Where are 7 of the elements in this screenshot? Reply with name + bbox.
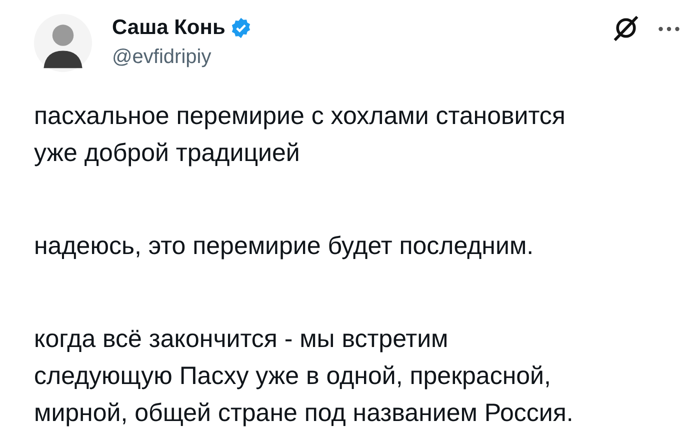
tweet-text: надеюсь, это перемирие будет последним.: [34, 231, 535, 262]
author-handle[interactable]: @evfidripiy: [112, 46, 252, 69]
more-options-icon[interactable]: [658, 26, 680, 32]
tweet-text: когда всё закончится - мы встретим следующую Пасху уже в одной, прекрасной, мирной, общей стране под названием Россия.: [34, 324, 574, 429]
author-name[interactable]: Саша Конь: [112, 16, 226, 40]
tweet-text: пасхальное перемирие с хохлами становится уже доброй традицией: [34, 101, 566, 169]
slashed-circle-icon[interactable]: [612, 14, 640, 42]
